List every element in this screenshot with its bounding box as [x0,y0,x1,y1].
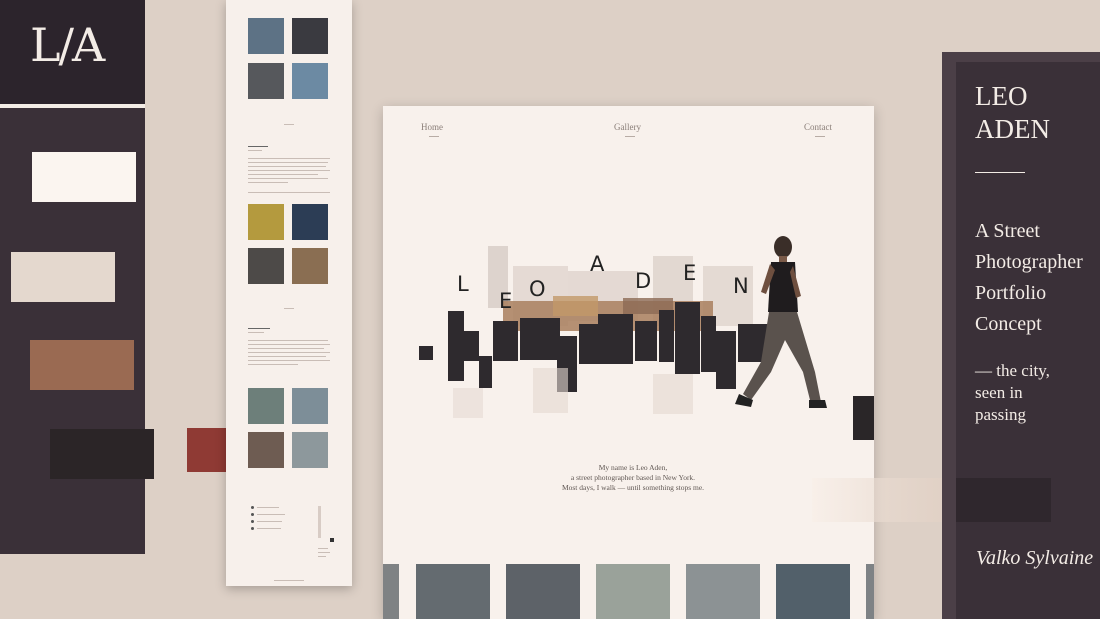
subtag-line: seen in [975,383,1023,402]
footer-line [274,580,304,581]
mobile-mockup [226,0,352,586]
tagline-line: Concept [975,313,1042,335]
portfolio-name: LEO ADEN [975,80,1050,146]
tagline: A Street Photographer Portfolio Concept [975,216,1083,340]
text-line [248,352,330,353]
hero-letter-d: D [635,269,652,293]
mobile-thumb[interactable] [292,248,328,284]
text-line [248,162,328,163]
divider [248,192,330,193]
name-line: LEO [975,81,1028,111]
list-bullet [251,527,254,530]
mobile-thumb[interactable] [248,204,284,240]
text-line [248,340,328,341]
text-line [248,158,330,159]
text-line [248,150,262,151]
text-line [318,552,330,553]
nav-underline [815,136,825,137]
palette-swatch-ivory [32,152,136,202]
mobile-thumb[interactable] [248,63,284,99]
hero-letter-l: L [457,272,469,296]
desktop-mockup: Home Gallery Contact L E O A D E N My na… [383,106,874,619]
text-line [248,174,318,175]
mobile-thumb[interactable] [248,248,284,284]
subtag-line: — the city, [975,361,1050,380]
tagline-line: Photographer [975,251,1083,273]
gallery-image[interactable] [596,564,670,619]
nav-home[interactable]: Home [421,122,443,132]
text-line [248,348,324,349]
nav-gallery[interactable]: Gallery [614,122,641,132]
intro-line: My name is Leo Aden, [598,463,668,472]
text-line [248,166,326,167]
mobile-thumb[interactable] [292,432,328,468]
mobile-thumb[interactable] [292,63,328,99]
mobile-scrollbar[interactable] [318,506,321,538]
intro-text: My name is Leo Aden, a street photograph… [528,463,738,493]
palette-swatch-brown [30,340,134,390]
contact-line[interactable] [257,514,285,515]
gallery-image[interactable] [686,564,760,619]
tagline-line: A Street [975,220,1040,242]
subtag-line: passing [975,405,1026,424]
text-line [248,364,298,365]
gallery-image[interactable] [866,564,874,619]
hero-letter-e: E [499,289,513,313]
contact-line[interactable] [257,528,281,529]
logo-monogram: L/A [30,18,105,72]
contact-line[interactable] [257,521,282,522]
intro-line: Most days, I walk — until something stop… [561,483,705,492]
hero-letter-e: E [683,261,697,285]
designer-signature: Valko Sylvaine [976,547,1094,569]
text-line [248,356,326,357]
mobile-thumb[interactable] [248,432,284,468]
dark-texture-square [853,396,874,440]
gallery-image[interactable] [416,564,490,619]
intro-line: a street photographer based in New York. [570,473,696,482]
text-line [248,360,330,361]
gallery-image[interactable] [506,564,580,619]
right-panel-strip [956,478,1051,522]
subtagline: — the city, seen in passing [975,360,1050,426]
list-bullet [251,506,254,509]
text-line [248,344,330,345]
mobile-scroll-thumb[interactable] [330,538,334,542]
text-line [248,332,264,333]
list-bullet [251,513,254,516]
name-line: ADEN [975,114,1050,144]
nav-underline [625,136,635,137]
text-line [248,170,330,171]
mobile-thumb[interactable] [248,388,284,424]
tagline-line: Portfolio [975,282,1047,304]
text-line [248,178,328,179]
mobile-thumb[interactable] [292,204,328,240]
palette-swatch-charcoal [50,429,154,479]
nav-contact[interactable]: Contact [804,122,832,132]
gallery-image[interactable] [383,564,399,619]
text-line [318,556,326,557]
list-bullet [251,520,254,523]
palette-swatch-beige [11,252,115,302]
nav-underline [429,136,439,137]
mobile-thumb[interactable] [292,18,328,54]
divider [284,308,294,309]
mobile-thumb[interactable] [248,18,284,54]
gallery-image[interactable] [776,564,850,619]
mobile-thumb[interactable] [292,388,328,424]
text-line [248,146,268,147]
divider [284,124,294,125]
hero-letter-a: A [590,252,605,276]
walking-man-figure [735,236,827,408]
text-line [248,328,270,329]
hero-letter-o: O [529,277,546,301]
name-divider [975,172,1025,173]
contact-line[interactable] [257,507,279,508]
text-line [318,548,328,549]
text-line [248,182,288,183]
